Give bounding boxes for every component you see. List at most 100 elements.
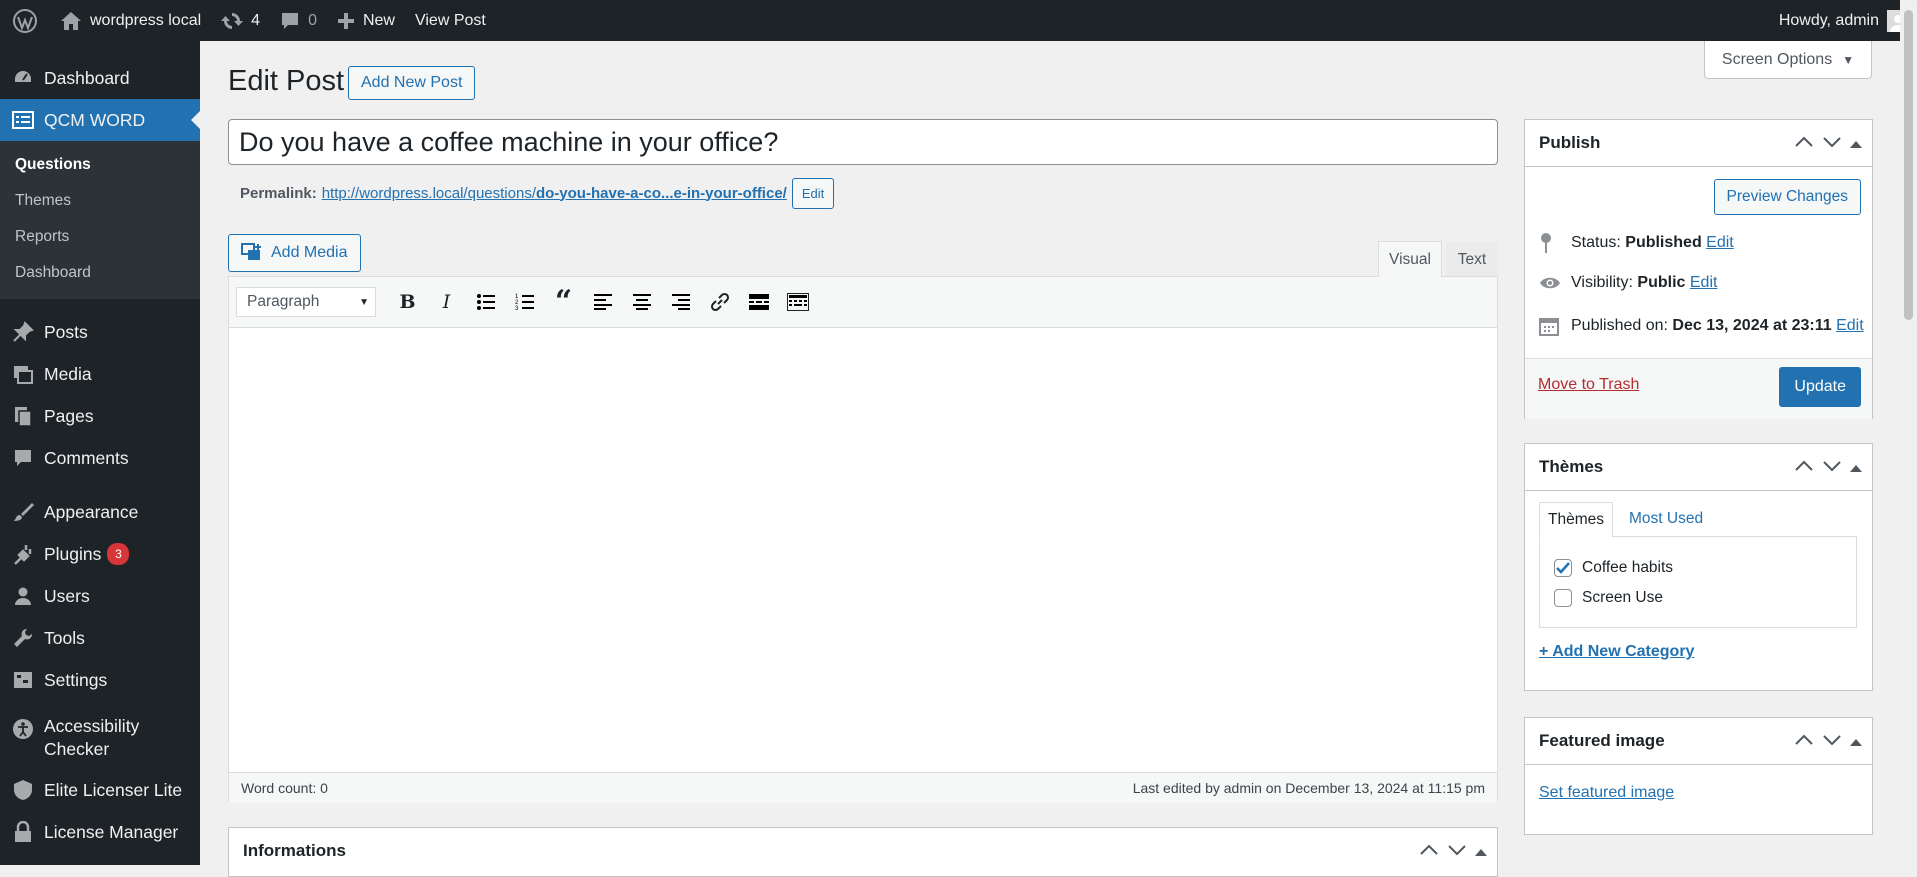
sidebar-item-appearance[interactable]: Appearance: [0, 491, 200, 533]
screen-options-button[interactable]: Screen Options ▼: [1704, 41, 1872, 79]
word-count: Word count: 0: [241, 780, 328, 796]
scrollbar-thumb[interactable]: [1904, 10, 1913, 320]
calendar-icon: [1539, 316, 1561, 336]
caret-down-icon: ▼: [359, 296, 369, 308]
brush-icon: [12, 501, 34, 523]
sidebar-item-license-manager[interactable]: License Manager: [0, 811, 200, 853]
move-to-trash-link[interactable]: Move to Trash: [1538, 376, 1639, 394]
sidebar-label: Elite Licenser Lite: [44, 779, 183, 800]
sidebar-item-elite-licenser[interactable]: Elite Licenser Lite: [0, 769, 200, 811]
blockquote-icon[interactable]: “: [544, 287, 583, 317]
collapse-icon[interactable]: [1850, 457, 1862, 477]
add-media-button[interactable]: Add Media: [228, 234, 361, 272]
italic-icon[interactable]: I: [427, 291, 466, 313]
sidebar-label: Settings: [44, 669, 108, 690]
site-name: wordpress local: [90, 11, 202, 29]
editor-body[interactable]: [229, 328, 1497, 772]
dashboard-icon: [12, 67, 34, 89]
editor-status-bar: Word count: 0 Last edited by admin on De…: [229, 772, 1497, 803]
visibility-edit-link[interactable]: Edit: [1690, 274, 1718, 292]
sidebar-item-qcm-word[interactable]: QCM WORD: [0, 99, 200, 141]
editor-container: Paragraph ▼ B I 123 “ Word count: 0 Last…: [228, 276, 1498, 803]
sidebar-item-media[interactable]: Media: [0, 353, 200, 395]
add-media-icon: [241, 243, 263, 263]
move-down-icon[interactable]: [1822, 133, 1842, 153]
permalink-row: Permalink: http://wordpress.local/questi…: [240, 176, 835, 210]
move-up-icon[interactable]: [1419, 841, 1439, 861]
tab-most-used[interactable]: Most Used: [1621, 502, 1711, 536]
screen-options-label: Screen Options: [1721, 50, 1833, 68]
link-icon[interactable]: [700, 292, 739, 312]
add-new-category-link[interactable]: + Add New Category: [1539, 643, 1694, 661]
move-up-icon[interactable]: [1794, 133, 1814, 153]
submenu-reports[interactable]: Reports: [0, 219, 200, 255]
themes-header[interactable]: Thèmes: [1525, 444, 1872, 491]
publish-header[interactable]: Publish: [1525, 120, 1872, 167]
post-title-input[interactable]: Do you have a coffee machine in your off…: [228, 119, 1498, 165]
themes-title: Thèmes: [1539, 457, 1604, 476]
checkbox-unchecked[interactable]: [1554, 589, 1572, 607]
checkbox-checked[interactable]: [1554, 559, 1572, 577]
move-down-icon[interactable]: [1822, 457, 1842, 477]
move-up-icon[interactable]: [1794, 457, 1814, 477]
informations-header[interactable]: Informations: [229, 828, 1497, 874]
my-account[interactable]: Howdy, admin: [1779, 0, 1909, 41]
add-new-post-button[interactable]: Add New Post: [348, 66, 476, 100]
sidebar-item-users[interactable]: Users: [0, 575, 200, 617]
howdy-text: Howdy, admin: [1778, 11, 1879, 29]
visibility-value: Public: [1637, 274, 1686, 291]
wordpress-logo-icon[interactable]: [0, 0, 50, 41]
caret-down-icon: ▼: [1842, 52, 1855, 67]
tab-visual[interactable]: Visual: [1378, 241, 1442, 277]
sidebar-item-tools[interactable]: Tools: [0, 617, 200, 659]
sidebar-item-pages[interactable]: Pages: [0, 395, 200, 437]
update-button[interactable]: Update: [1779, 367, 1861, 407]
site-name-link[interactable]: wordpress local: [50, 0, 211, 41]
new-label: New: [362, 11, 395, 29]
sidebar-item-posts[interactable]: Posts: [0, 311, 200, 353]
format-select[interactable]: Paragraph ▼: [236, 287, 376, 317]
format-select-value: Paragraph: [247, 293, 320, 310]
bulleted-list-icon[interactable]: [466, 293, 505, 311]
new-content-link[interactable]: New: [327, 0, 405, 41]
publish-box: Publish Preview Changes Status: Publishe…: [1524, 119, 1873, 419]
collapse-icon[interactable]: [1475, 841, 1487, 861]
sidebar-item-comments[interactable]: Comments: [0, 437, 200, 479]
sidebar-item-settings[interactable]: Settings: [0, 659, 200, 701]
bold-icon[interactable]: B: [388, 291, 427, 313]
sidebar-item-dashboard[interactable]: Dashboard: [0, 57, 200, 99]
page-scrollbar[interactable]: [1900, 0, 1917, 865]
sidebar-item-plugins[interactable]: Plugins 3: [0, 533, 200, 575]
permalink-edit-button[interactable]: Edit: [791, 177, 835, 209]
move-up-icon[interactable]: [1794, 731, 1814, 751]
view-post-link[interactable]: View Post: [405, 0, 496, 41]
pushpin-icon: [12, 321, 34, 343]
tab-all-themes[interactable]: Thèmes: [1539, 502, 1613, 538]
numbered-list-icon[interactable]: 123: [505, 293, 544, 311]
move-down-icon[interactable]: [1447, 841, 1467, 861]
preview-changes-button[interactable]: Preview Changes: [1713, 179, 1861, 215]
submenu-dashboard[interactable]: Dashboard: [0, 255, 200, 291]
align-center-icon[interactable]: [622, 294, 661, 310]
tab-text[interactable]: Text: [1446, 242, 1498, 277]
updates-link[interactable]: 4: [211, 0, 270, 41]
set-featured-image-link[interactable]: Set featured image: [1539, 784, 1674, 802]
toolbar-toggle-icon[interactable]: [778, 293, 817, 311]
read-more-icon[interactable]: [739, 294, 778, 310]
collapse-icon[interactable]: [1850, 133, 1862, 153]
submenu-themes[interactable]: Themes: [0, 183, 200, 219]
move-down-icon[interactable]: [1822, 731, 1842, 751]
publish-title: Publish: [1539, 133, 1601, 152]
accessibility-icon: [12, 718, 34, 740]
align-left-icon[interactable]: [583, 294, 622, 310]
featured-image-header[interactable]: Featured image: [1525, 718, 1872, 765]
permalink-slug: do-you-have-a-co...e-in-your-office/: [535, 184, 787, 202]
comments-link[interactable]: 0: [270, 0, 327, 41]
published-edit-link[interactable]: Edit: [1836, 317, 1864, 335]
submenu-questions[interactable]: Questions: [0, 147, 200, 183]
permalink-link[interactable]: http://wordpress.local/questions/do-you-…: [322, 185, 787, 202]
collapse-icon[interactable]: [1850, 731, 1862, 751]
align-right-icon[interactable]: [661, 294, 700, 310]
status-edit-link[interactable]: Edit: [1706, 234, 1734, 252]
sidebar-item-accessibility-checker[interactable]: Accessibility Checker: [0, 715, 200, 763]
